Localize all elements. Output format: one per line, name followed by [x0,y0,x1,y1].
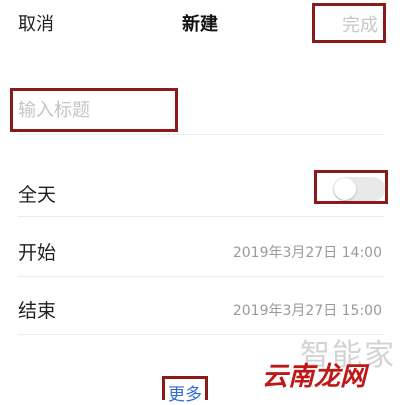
start-label: 开始 [18,242,57,264]
more-link[interactable]: 更多 [168,380,202,405]
divider [18,276,384,277]
toggle-knob [334,178,356,200]
divider [18,134,384,135]
end-label: 结束 [18,300,57,322]
watermark-text: 云南龙网 [262,362,367,392]
divider [18,216,384,217]
end-time-value[interactable]: 2019年3月27日 15:00 [233,300,382,320]
title-input[interactable]: 输入标题 [18,96,90,122]
start-time-value[interactable]: 2019年3月27日 14:00 [233,242,382,262]
done-button[interactable]: 完成 [342,11,378,37]
all-day-label: 全天 [18,184,57,206]
